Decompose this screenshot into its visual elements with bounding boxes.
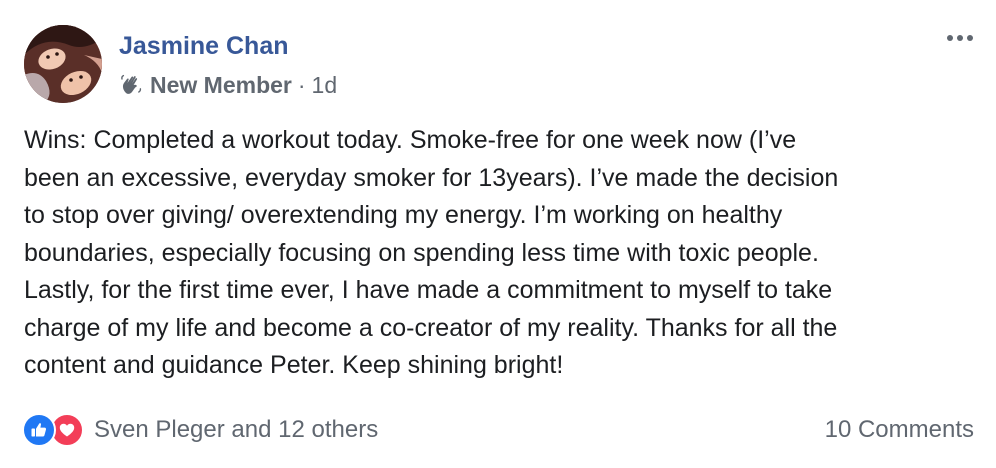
more-dot-icon	[957, 35, 963, 41]
group-post: Jasmine Chan New Member · 1d Wins: Compl…	[0, 0, 996, 468]
reactions-summary-text[interactable]: Sven Pleger and 12 others	[94, 416, 378, 444]
member-badge-label[interactable]: New Member	[150, 72, 292, 99]
waving-hand-icon	[119, 73, 143, 97]
comments-count-link[interactable]: 10 Comments	[825, 416, 974, 444]
more-dot-icon	[967, 35, 973, 41]
post-timestamp[interactable]: 1d	[312, 72, 338, 99]
author-name[interactable]: Jasmine Chan	[119, 30, 289, 62]
post-body-text: Wins: Completed a workout today. Smoke-f…	[24, 126, 839, 379]
more-options-button[interactable]	[940, 26, 980, 50]
reactions-summary[interactable]: Sven Pleger and 12 others	[22, 413, 378, 447]
post-meta: New Member · 1d	[119, 70, 337, 100]
more-dot-icon	[947, 35, 953, 41]
meta-separator: ·	[297, 71, 306, 98]
author-avatar[interactable]	[24, 25, 102, 103]
post-footer: Sven Pleger and 12 others 10 Comments	[22, 410, 974, 450]
reaction-icons	[22, 413, 84, 447]
like-icon	[22, 413, 56, 447]
